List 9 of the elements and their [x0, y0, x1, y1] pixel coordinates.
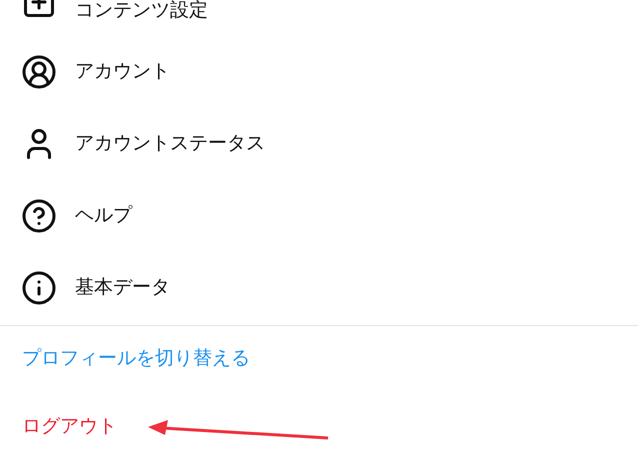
menu-item[interactable]: ヘルプ — [75, 202, 132, 230]
help-icon — [21, 198, 57, 234]
menu-item[interactable]: 基本データ — [75, 274, 170, 302]
menu-item[interactable]: アカウント — [75, 58, 170, 86]
menu-item[interactable]: アカウントステータス — [75, 130, 265, 158]
menu-item[interactable]: コンテンツ設定 — [75, 0, 208, 22]
user-circle-icon — [21, 54, 57, 90]
info-icon — [21, 270, 57, 306]
logout-link[interactable]: ログアウト — [22, 412, 117, 442]
